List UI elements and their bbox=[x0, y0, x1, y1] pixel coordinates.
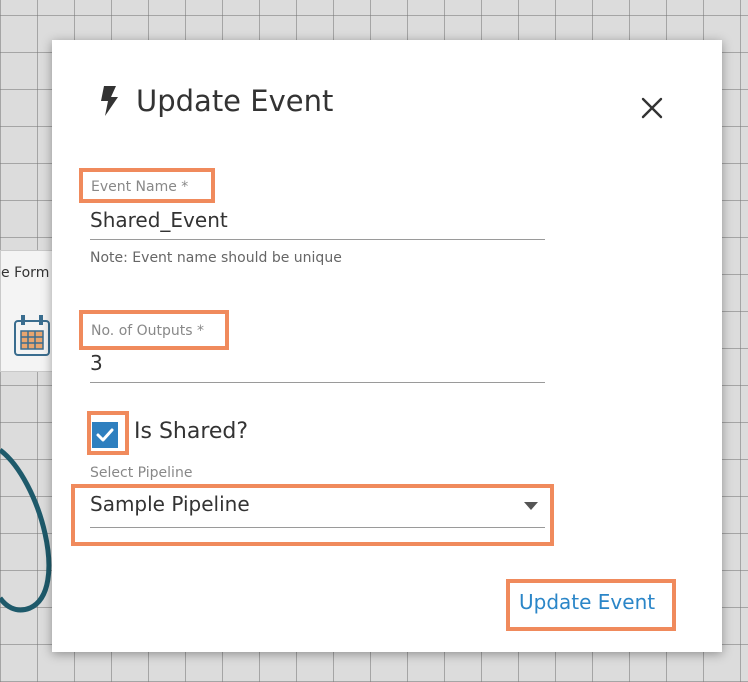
outputs-label: No. of Outputs * bbox=[91, 323, 205, 339]
is-shared-checkbox[interactable] bbox=[92, 422, 118, 448]
outputs-input[interactable]: 3 bbox=[90, 351, 103, 375]
dialog-title-text: Update Event bbox=[136, 84, 334, 118]
dialog-title: Update Event bbox=[98, 84, 333, 118]
pipeline-select[interactable]: Sample Pipeline bbox=[90, 492, 250, 516]
event-name-note: Note: Event name should be unique bbox=[90, 250, 342, 266]
update-event-dialog: Update Event Event Name * Shared_Event N… bbox=[52, 40, 722, 652]
check-icon bbox=[96, 428, 114, 442]
calendar-icon bbox=[14, 315, 50, 356]
background-node-label: e Form bbox=[1, 265, 50, 281]
update-event-button[interactable]: Update Event bbox=[519, 590, 655, 614]
pipeline-label: Select Pipeline bbox=[90, 465, 193, 481]
event-name-underline bbox=[90, 239, 545, 240]
lightning-bolt-icon bbox=[101, 86, 118, 116]
close-icon[interactable] bbox=[640, 96, 664, 120]
is-shared-label: Is Shared? bbox=[134, 419, 249, 444]
chevron-down-icon[interactable] bbox=[524, 502, 538, 510]
event-name-label: Event Name * bbox=[91, 179, 189, 195]
outputs-underline bbox=[90, 382, 545, 383]
pipeline-underline bbox=[90, 527, 545, 528]
event-name-input[interactable]: Shared_Event bbox=[90, 208, 228, 232]
